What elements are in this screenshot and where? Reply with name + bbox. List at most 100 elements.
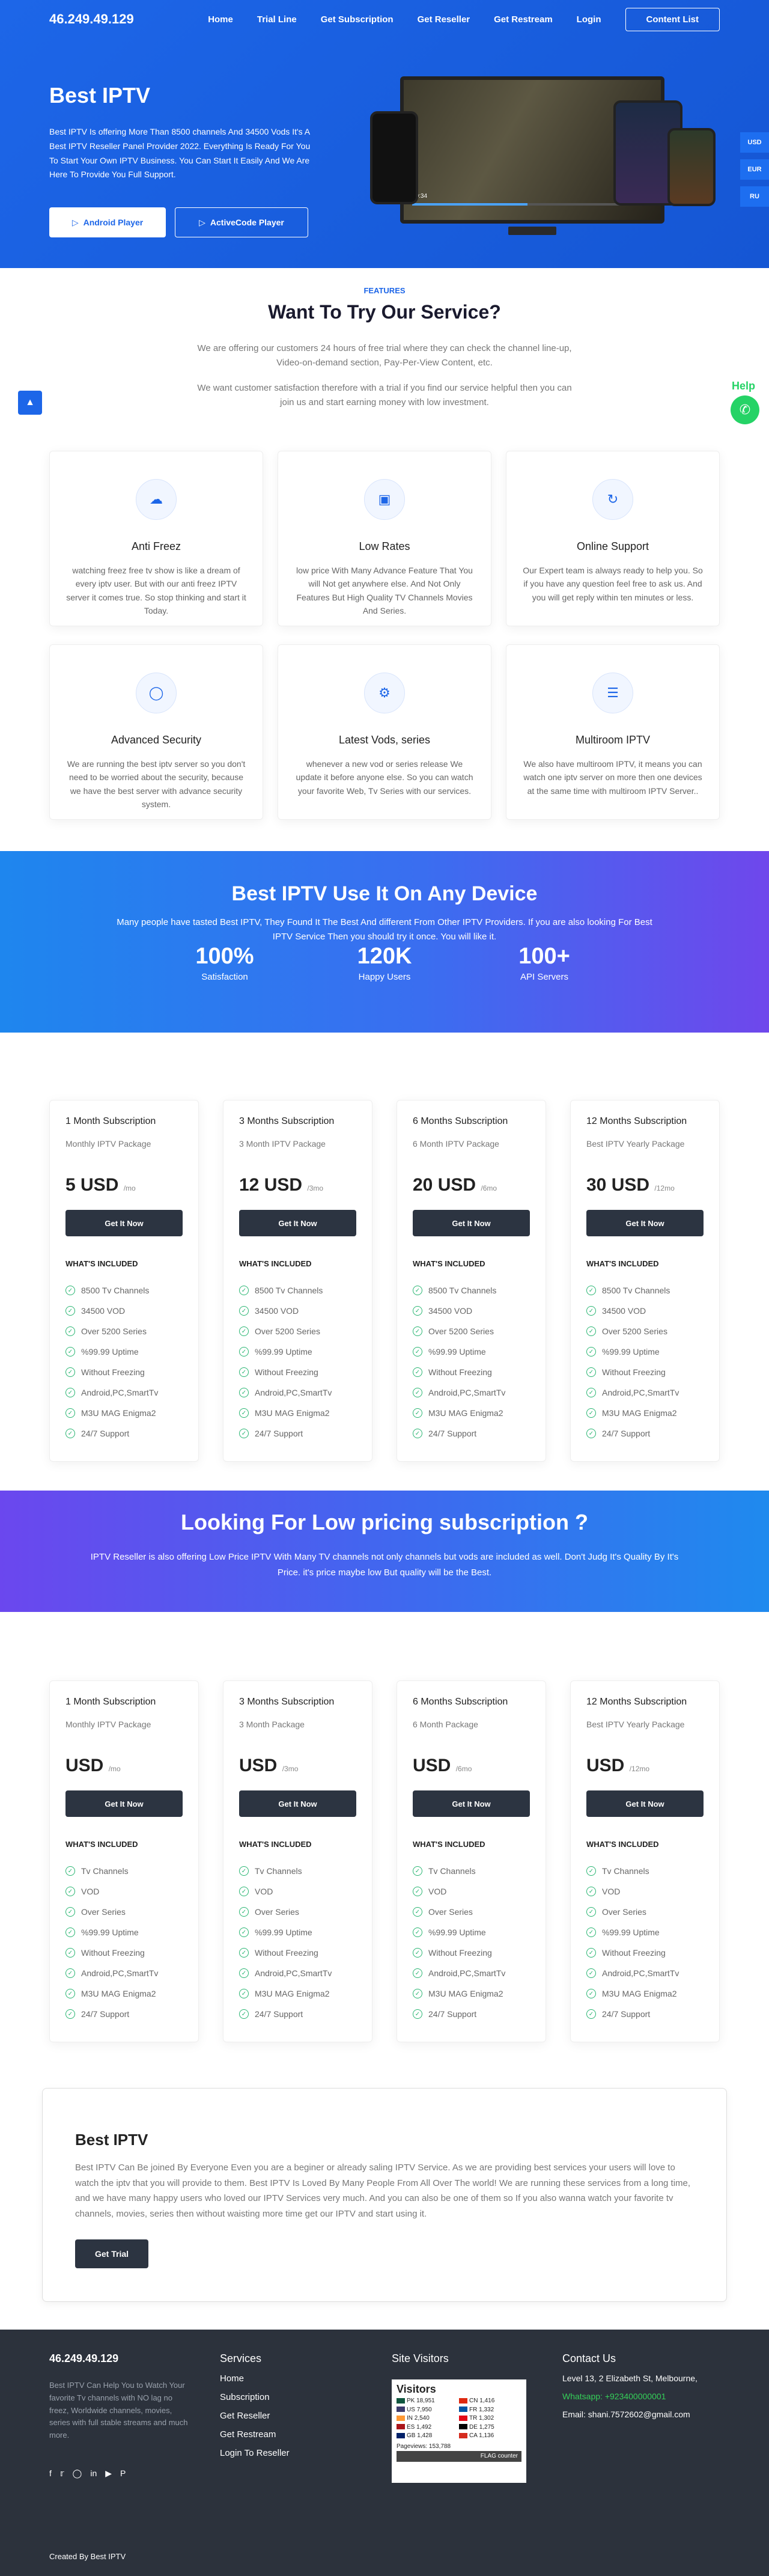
android-player-label: Android Player	[83, 218, 144, 227]
get-it-now-button[interactable]: Get It Now	[239, 1790, 356, 1817]
feature-text: We also have multiroom IPTV, it means yo…	[523, 759, 702, 796]
nav-get-subscription[interactable]: Get Subscription	[321, 14, 394, 25]
hero-title: Best IPTV	[49, 83, 151, 108]
linkedin-icon[interactable]: in	[90, 2468, 97, 2479]
content-list-button[interactable]: Content List	[625, 7, 720, 31]
check-icon: ✓	[65, 2009, 75, 2019]
android-player-button[interactable]: ▷ Android Player	[49, 207, 166, 237]
check-icon: ✓	[65, 1326, 75, 1336]
check-icon: ✓	[413, 1347, 422, 1357]
twitter-icon[interactable]: 𝕣	[60, 2468, 64, 2479]
plan-type: Best IPTV Yearly Package	[586, 1720, 685, 1729]
phone-device-left	[370, 111, 418, 204]
check-icon: ✓	[413, 1306, 422, 1316]
get-it-now-button[interactable]: Get It Now	[239, 1210, 356, 1236]
plan-feature-label: 8500 Tv Channels	[255, 1286, 323, 1295]
plan-type: 6 Month IPTV Package	[413, 1139, 499, 1149]
nav-get-reseller[interactable]: Get Reseller	[418, 14, 470, 25]
plan-feature-label: 24/7 Support	[428, 2009, 477, 2019]
visitors-title: Site Visitors	[392, 2352, 449, 2364]
tv-stand	[508, 227, 556, 235]
nav-get-restream[interactable]: Get Restream	[494, 14, 553, 25]
country-code: PK	[407, 2397, 415, 2404]
plan-feature: ✓ Without Freezing	[65, 1943, 183, 1963]
flag-icon	[397, 2424, 405, 2430]
check-icon: ✓	[239, 1326, 249, 1336]
footer-link-home[interactable]: Home	[220, 2373, 290, 2384]
check-icon: ✓	[65, 1388, 75, 1397]
footer-link-subscription[interactable]: Subscription	[220, 2392, 290, 2402]
stat-label: API Servers	[520, 972, 569, 982]
plan-feature: ✓ VOD	[413, 1881, 530, 1902]
plan-feature-label: 8500 Tv Channels	[428, 1286, 497, 1295]
get-it-now-button[interactable]: Get It Now	[65, 1790, 183, 1817]
get-trial-button[interactable]: Get Trial	[75, 2239, 148, 2268]
contact-whatsapp[interactable]: Whatsapp: +923400000001	[562, 2391, 698, 2401]
help-label[interactable]: Help	[732, 380, 755, 392]
plan-feature-label: Without Freezing	[255, 1367, 318, 1377]
check-icon: ✓	[586, 2009, 596, 2019]
contact-email[interactable]: Email: shani.7572602@gmail.com	[562, 2410, 698, 2419]
country-code: DE	[469, 2423, 478, 2431]
plan-feature-list: ✓ Tv Channels ✓ VOD ✓ Over Series ✓ %99.99 Upti…	[413, 1861, 530, 2024]
plan-feature: ✓ %99.99 Uptime	[65, 1922, 183, 1943]
plan-feature-label: Android,PC,SmartTv	[81, 1968, 159, 1978]
flag-counter-widget[interactable]: Visitors PK 18,951 CN 1,416 US 7,950 FR 1,3…	[392, 2379, 526, 2483]
plan-feature: ✓ Android,PC,SmartTv	[413, 1963, 530, 1983]
instagram-icon[interactable]: ◯	[73, 2468, 82, 2479]
footer-link-get-reseller[interactable]: Get Reseller	[220, 2411, 290, 2421]
whatsapp-button[interactable]: ✆	[731, 395, 759, 424]
plan-feature: ✓ 34500 VOD	[586, 1301, 704, 1321]
get-it-now-button[interactable]: Get It Now	[413, 1210, 530, 1236]
plan-feature-list: ✓ Tv Channels ✓ VOD ✓ Over Series ✓ %99.99 Upti…	[65, 1861, 183, 2024]
plan-feature: ✓ Without Freezing	[239, 1362, 356, 1382]
plan-feature-label: 34500 VOD	[428, 1306, 473, 1316]
nav-home[interactable]: Home	[208, 14, 233, 25]
features-intro: FEATURES Want To Try Our Service? We are…	[0, 286, 769, 410]
footer-link-login-reseller[interactable]: Login To Reseller	[220, 2448, 290, 2458]
plan-feature-label: M3U MAG Enigma2	[602, 1989, 677, 1998]
contact-address: Level 13, 2 Elizabeth St, Melbourne,	[562, 2373, 698, 2383]
brand-logo[interactable]: 46.249.49.129	[49, 11, 134, 27]
get-it-now-button[interactable]: Get It Now	[586, 1790, 704, 1817]
plan-feature: ✓ Over Series	[239, 1902, 356, 1922]
pageviews: Pageviews: 153,788	[397, 2443, 451, 2450]
feature-text: low price With Many Advance Feature That…	[296, 566, 473, 616]
plan-feature: ✓ 24/7 Support	[239, 2004, 356, 2024]
visitor-count: 1,428	[417, 2432, 433, 2439]
plan-feature: ✓ 34500 VOD	[65, 1301, 183, 1321]
plan-feature-label: %99.99 Uptime	[81, 1927, 139, 1937]
currency-usd[interactable]: USD	[740, 132, 769, 153]
plan-feature: ✓ M3U MAG Enigma2	[65, 1403, 183, 1423]
facebook-icon[interactable]: f	[49, 2468, 52, 2479]
get-it-now-button[interactable]: Get It Now	[65, 1210, 183, 1236]
footer-link-get-restream[interactable]: Get Restream	[220, 2429, 290, 2440]
check-icon: ✓	[586, 1388, 596, 1397]
pricing-grid: 1 Month Subscription Monthly IPTV Package…	[49, 1100, 720, 1462]
nav-trial-line[interactable]: Trial Line	[257, 14, 297, 25]
check-icon: ✓	[413, 1326, 422, 1336]
nav-login[interactable]: Login	[577, 14, 601, 25]
plan-feature-label: Over 5200 Series	[602, 1326, 667, 1336]
youtube-icon[interactable]: ▶	[105, 2468, 112, 2479]
get-it-now-button[interactable]: Get It Now	[413, 1790, 530, 1817]
currency-ru[interactable]: RU	[740, 186, 769, 207]
plan-feature: ✓ Android,PC,SmartTv	[239, 1382, 356, 1403]
features-intro-1: We are offering our customers 24 hours o…	[197, 343, 572, 368]
feature-text: watching freez free tv show is like a dr…	[66, 566, 246, 616]
plan-feature: ✓ %99.99 Uptime	[413, 1922, 530, 1943]
stat-item: 100+ API Servers	[464, 944, 624, 982]
pricing-card: 3 Months Subscription 3 Month Package USD …	[223, 1680, 372, 2042]
currency-eur[interactable]: EUR	[740, 159, 769, 180]
activecode-player-button[interactable]: ▷ ActiveCode Player	[175, 207, 308, 237]
pinterest-icon[interactable]: P	[120, 2468, 126, 2479]
footer-brand: 46.249.49.129	[49, 2352, 119, 2364]
plan-name: 1 Month Subscription	[65, 1697, 156, 1707]
scroll-top-button[interactable]: ▲	[18, 391, 42, 415]
counter-entry: ES 1,492	[397, 2423, 459, 2432]
get-it-now-button[interactable]: Get It Now	[586, 1210, 704, 1236]
plan-feature: ✓ 8500 Tv Channels	[65, 1280, 183, 1301]
check-icon: ✓	[413, 1887, 422, 1896]
plan-name: 6 Months Subscription	[413, 1116, 508, 1126]
plan-feature: ✓ %99.99 Uptime	[65, 1341, 183, 1362]
